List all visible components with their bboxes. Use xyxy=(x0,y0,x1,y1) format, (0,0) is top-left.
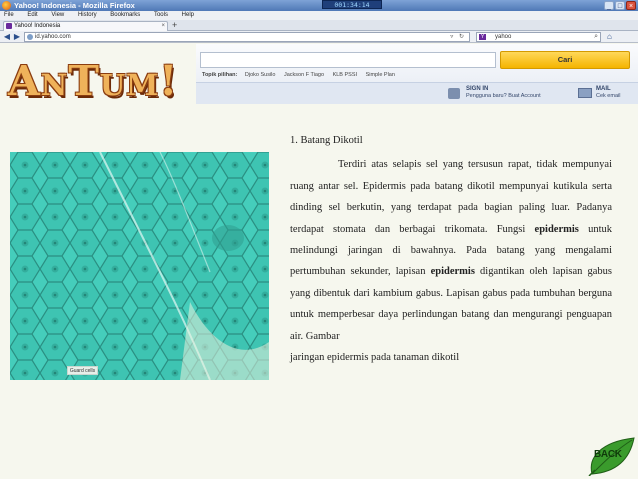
mail-title: MAIL xyxy=(596,86,611,92)
menu-file[interactable]: File xyxy=(4,12,14,18)
forward-arrow-icon[interactable]: ▶ xyxy=(12,32,22,42)
yahoo-account-panel: SIGN IN Pengguna baru? Buat Account MAIL… xyxy=(196,82,638,104)
menu-view[interactable]: View xyxy=(51,12,64,18)
epidermis-micrograph: Guard cells xyxy=(10,152,269,380)
back-arrow-icon[interactable]: ◀ xyxy=(2,32,12,42)
menu-bar: File Edit View History Bookmarks Tools H… xyxy=(0,11,638,20)
home-icon[interactable]: ⌂ xyxy=(607,32,612,42)
browser-search-input[interactable]: Y yahoo ⌕ xyxy=(476,32,601,42)
browser-search-value: yahoo xyxy=(495,34,512,40)
back-button[interactable]: BACK xyxy=(586,436,636,476)
mail-subtitle: Cek email xyxy=(596,93,621,99)
yahoo-search-engine-icon: Y xyxy=(479,34,486,40)
maximize-button[interactable]: □ xyxy=(615,1,625,10)
bold-term-epidermis: epidermis xyxy=(430,266,475,278)
tab-title: Yahoo! Indonesia xyxy=(14,23,61,29)
search-icon[interactable]: ⌕ xyxy=(594,33,598,41)
new-tab-button[interactable]: + xyxy=(172,20,177,31)
minimize-button[interactable]: _ xyxy=(604,1,614,10)
window-title: Yahoo! Indonesia - Mozilla Firefox xyxy=(14,1,135,10)
tab-bar: Yahoo! Indonesia × + xyxy=(0,20,638,31)
recording-timer: 001:34:14 xyxy=(322,0,382,9)
topic-link[interactable]: KLB PSSI xyxy=(333,72,357,78)
url-text: id.yahoo.com xyxy=(35,34,71,40)
guard-cells-label: Guard cells xyxy=(67,366,98,375)
menu-bookmarks[interactable]: Bookmarks xyxy=(110,12,140,18)
tab-yahoo[interactable]: Yahoo! Indonesia × xyxy=(3,21,168,31)
user-icon xyxy=(448,88,460,99)
sign-in-link[interactable]: SIGN IN Pengguna baru? Buat Account xyxy=(466,86,541,100)
menu-history[interactable]: History xyxy=(78,12,97,18)
firefox-icon xyxy=(2,1,11,10)
yahoo-search-input[interactable] xyxy=(200,52,496,68)
yahoo-header: Cari Topik pilihan: Djoko Susilo Jackson… xyxy=(196,44,638,104)
slide-text: 1. Batang Dikotil Terdiri atas selapis s… xyxy=(290,130,612,368)
yahoo-trending-topics: Topik pilihan: Djoko Susilo Jackson F Ti… xyxy=(202,72,402,78)
sign-in-subtitle: Pengguna baru? Buat Account xyxy=(466,93,541,99)
antum-logo: AnTum! xyxy=(8,57,179,105)
navigation-bar: ◀ ▶ id.yahoo.com ▿ ↻ Y yahoo ⌕ ⌂ xyxy=(0,31,638,43)
paragraph-last-line: jaringan epidermis pada tanaman dikotil xyxy=(290,352,460,364)
yahoo-favicon-icon xyxy=(6,23,12,29)
menu-help[interactable]: Help xyxy=(182,12,194,18)
yahoo-search-button[interactable]: Cari xyxy=(500,51,630,69)
menu-tools[interactable]: Tools xyxy=(154,12,168,18)
back-label: BACK xyxy=(594,449,622,460)
window-controls: _ □ × xyxy=(604,1,636,10)
close-button[interactable]: × xyxy=(626,1,636,10)
mail-icon xyxy=(578,88,592,98)
paragraph-part-3: digantikan oleh lapisan gabus yang diben… xyxy=(290,266,612,342)
window-titlebar: Yahoo! Indonesia - Mozilla Firefox 001:3… xyxy=(0,0,638,11)
reload-icon[interactable]: ▿ ↻ xyxy=(450,33,466,41)
topic-link[interactable]: Simple Plan xyxy=(366,72,395,78)
topic-link[interactable]: Jackson F Tiago xyxy=(284,72,324,78)
globe-icon xyxy=(27,34,33,40)
topics-label: Topik pilihan: xyxy=(202,72,238,78)
sign-in-title: SIGN IN xyxy=(466,86,489,92)
tab-close-icon[interactable]: × xyxy=(161,22,165,31)
url-bar[interactable]: id.yahoo.com ▿ ↻ xyxy=(24,32,470,42)
bold-term-epidermis: epidermis xyxy=(534,223,579,235)
menu-edit[interactable]: Edit xyxy=(27,12,37,18)
mail-link[interactable]: MAIL Cek email xyxy=(596,86,620,100)
section-heading: 1. Batang Dikotil xyxy=(290,135,363,146)
topic-link[interactable]: Djoko Susilo xyxy=(245,72,276,78)
epidermis-cells-illustration xyxy=(10,152,269,380)
